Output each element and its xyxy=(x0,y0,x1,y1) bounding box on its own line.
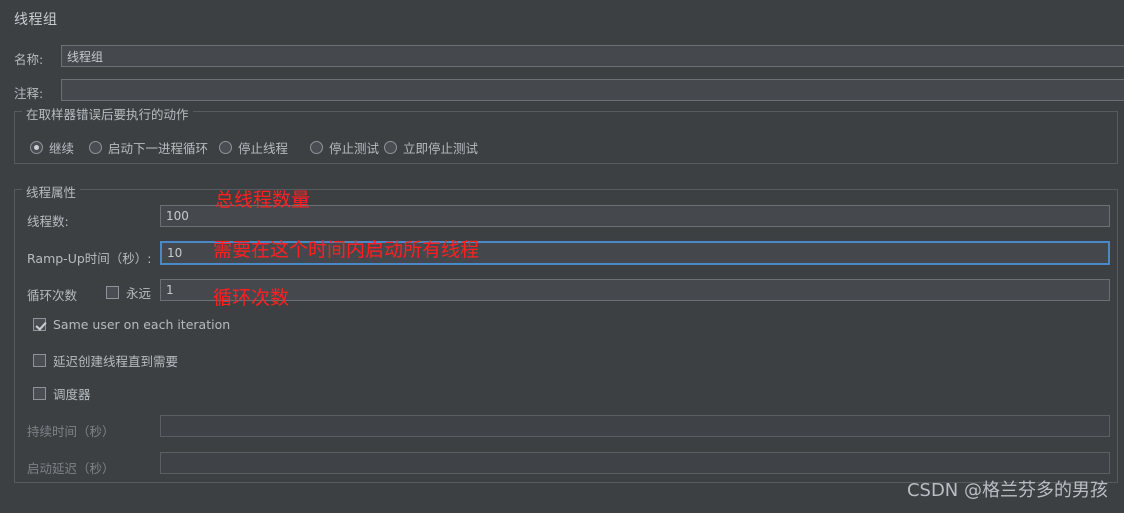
scheduler-checkbox[interactable]: 调度器 xyxy=(33,384,91,403)
radio-dot-icon xyxy=(310,141,323,154)
checkbox-icon xyxy=(33,354,46,367)
radio-stop-test-now[interactable]: 立即停止测试 xyxy=(384,138,478,157)
thread-properties-title: 线程属性 xyxy=(22,182,81,201)
radio-start-next-loop-label: 启动下一进程循环 xyxy=(108,141,209,156)
annotation-total-threads: 总线程数量 xyxy=(215,189,311,211)
checkbox-icon xyxy=(106,286,119,299)
radio-stop-thread[interactable]: 停止线程 xyxy=(219,138,288,157)
radio-stop-thread-label: 停止线程 xyxy=(238,141,289,156)
duration-label: 持续时间（秒） xyxy=(27,424,115,439)
radio-start-next-loop[interactable]: 启动下一进程循环 xyxy=(89,138,208,157)
radio-dot-icon xyxy=(384,141,397,154)
name-label: 名称: xyxy=(14,52,44,67)
comment-label: 注释: xyxy=(14,86,44,101)
annotation-loop-count: 循环次数 xyxy=(213,287,290,309)
comment-input[interactable] xyxy=(61,79,1124,101)
radio-stop-test[interactable]: 停止测试 xyxy=(310,138,379,157)
delay-thread-creation-checkbox[interactable]: 延迟创建线程直到需要 xyxy=(33,351,178,370)
checkbox-icon xyxy=(33,318,46,331)
watermark: CSDN @格兰芬多的男孩 xyxy=(906,480,1108,501)
radio-dot-icon xyxy=(30,141,43,154)
thread-count-label: 线程数: xyxy=(27,214,69,229)
radio-dot-icon xyxy=(89,141,102,154)
radio-stop-test-now-label: 立即停止测试 xyxy=(403,141,479,156)
loop-count-label: 循环次数 xyxy=(27,288,78,303)
scheduler-label: 调度器 xyxy=(53,387,91,402)
radio-continue-label: 继续 xyxy=(49,141,75,156)
ramp-up-label: Ramp-Up时间（秒）: xyxy=(27,251,152,266)
thread-properties-group xyxy=(14,189,1118,483)
forever-checkbox[interactable]: 永远 xyxy=(106,283,151,302)
annotation-rampup-time: 需要在这个时间内启动所有线程 xyxy=(213,239,480,261)
startup-delay-input xyxy=(160,452,1110,474)
duration-input xyxy=(160,415,1110,437)
radio-stop-test-label: 停止测试 xyxy=(329,141,380,156)
delay-thread-creation-label: 延迟创建线程直到需要 xyxy=(53,354,179,369)
name-input[interactable] xyxy=(61,45,1124,67)
thread-group-panel: 线程组 名称: 注释: 在取样器错误后要执行的动作 继续 启动下一进程循环 停止… xyxy=(0,0,1124,513)
forever-label: 永远 xyxy=(126,286,152,301)
loop-count-input[interactable] xyxy=(160,279,1110,301)
radio-dot-icon xyxy=(219,141,232,154)
page-title: 线程组 xyxy=(14,12,58,28)
radio-continue[interactable]: 继续 xyxy=(30,138,74,157)
startup-delay-label: 启动延迟（秒） xyxy=(27,461,115,476)
sampler-error-action-title: 在取样器错误后要执行的动作 xyxy=(22,104,193,123)
checkbox-icon xyxy=(33,387,46,400)
same-user-checkbox[interactable]: Same user on each iteration xyxy=(33,317,230,332)
same-user-label: Same user on each iteration xyxy=(53,317,231,332)
